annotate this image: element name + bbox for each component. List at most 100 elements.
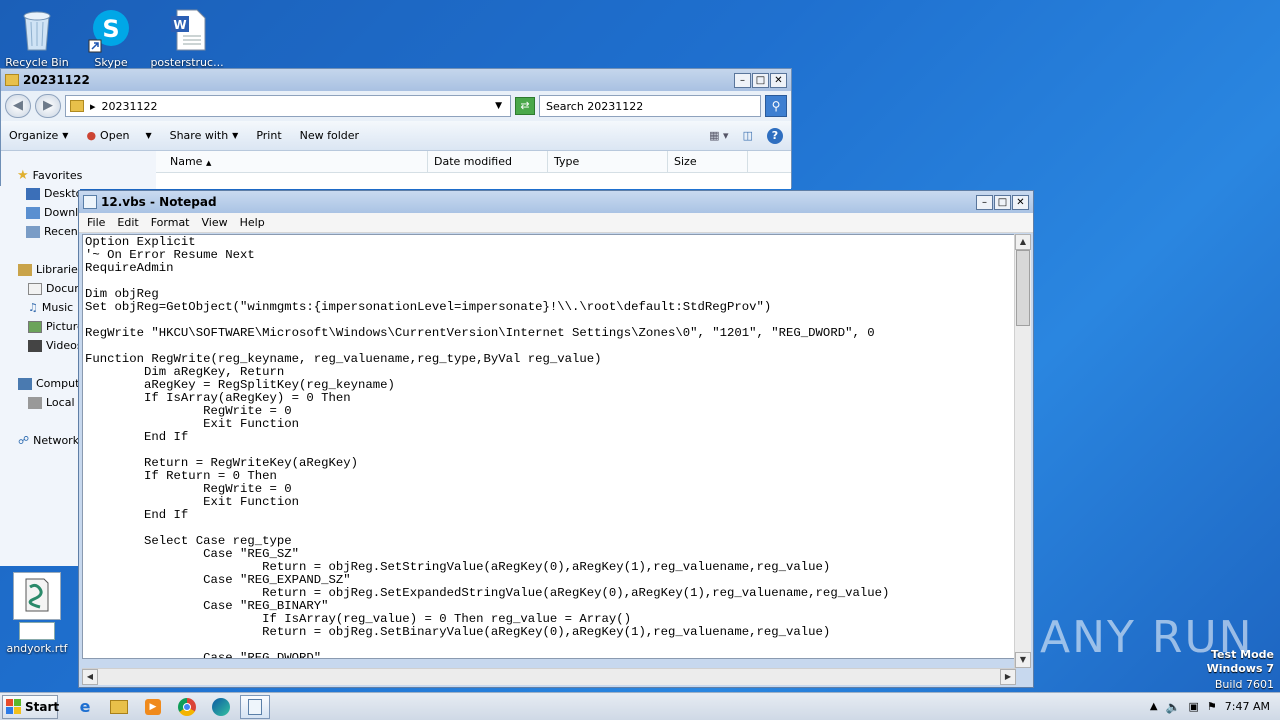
column-label: Name	[170, 155, 203, 168]
taskbar-chrome-icon[interactable]	[172, 695, 202, 719]
nav-local-disk[interactable]: Local I	[28, 396, 81, 409]
new-folder-button[interactable]: New folder	[300, 129, 359, 142]
desktop-icon-recycle-bin[interactable]: Recycle Bin	[0, 6, 74, 69]
vertical-scrollbar[interactable]: ▲ ▼	[1014, 234, 1031, 668]
downloads-icon	[26, 206, 40, 219]
desktop-icon-label: andyork.rtf	[6, 642, 68, 655]
open-label: Open	[100, 129, 130, 142]
menu-bar: File Edit Format View Help	[79, 213, 1033, 233]
column-name[interactable]: Name ▲	[156, 151, 428, 172]
address-bar[interactable]: ▸ 20231122 ▼	[65, 95, 511, 117]
address-row: ◀ ▶ ▸ 20231122 ▼ ⇄ Search 20231122 ⚲	[1, 91, 791, 121]
column-date-modified[interactable]: Date modified	[428, 151, 548, 172]
nav-label: Local I	[46, 396, 82, 409]
text-editor[interactable]: Option Explicit '~ On Error Resume Next …	[82, 234, 1016, 659]
menu-edit[interactable]: Edit	[111, 216, 144, 229]
videos-icon	[28, 339, 42, 352]
chevron-down-icon[interactable]: ▼	[495, 101, 510, 111]
column-type[interactable]: Type	[548, 151, 668, 172]
taskbar-ie-icon[interactable]: e	[70, 695, 100, 719]
search-icon[interactable]: ⚲	[765, 95, 787, 117]
drive-icon	[28, 396, 42, 409]
notepad-titlebar[interactable]: 12.vbs - Notepad – □ ✕	[79, 191, 1033, 213]
maximize-button[interactable]: □	[994, 194, 1011, 210]
nav-recent[interactable]: Recen	[26, 225, 78, 238]
nav-videos[interactable]: Videos	[28, 339, 83, 352]
taskbar-notepad-icon[interactable]	[240, 694, 270, 719]
build-label: Build 7601	[1214, 678, 1274, 691]
nav-documents[interactable]: Docun	[28, 282, 81, 295]
notepad-icon	[83, 195, 97, 209]
menu-view[interactable]: View	[196, 216, 234, 229]
nav-label: Deskto	[44, 187, 83, 200]
nav-label: Music	[41, 301, 74, 314]
nav-label: Libraries	[36, 263, 84, 276]
organize-button[interactable]: Organize ▼	[9, 129, 68, 142]
nav-label: Favorites	[32, 169, 83, 182]
view-options-icon[interactable]: ▦ ▾	[709, 129, 728, 142]
forward-button[interactable]: ▶	[35, 94, 61, 118]
column-size[interactable]: Size	[668, 151, 748, 172]
close-button[interactable]: ✕	[770, 72, 787, 88]
computer-icon	[18, 377, 32, 390]
chevron-down-icon: ▼	[232, 131, 239, 140]
minimize-button[interactable]: –	[734, 72, 751, 88]
preview-pane-icon[interactable]: ◫	[743, 129, 753, 142]
explorer-titlebar[interactable]: 20231122 – □ ✕	[1, 69, 791, 91]
desktop-icon-script[interactable]	[0, 572, 74, 622]
scroll-right-icon[interactable]: ▶	[1000, 669, 1016, 685]
network-tray-icon[interactable]: ▣	[1189, 700, 1199, 713]
nav-downloads[interactable]: Downl	[26, 206, 78, 219]
share-label: Share with	[169, 129, 229, 142]
minimize-button[interactable]: –	[976, 194, 993, 210]
scroll-left-icon[interactable]: ◀	[82, 669, 98, 685]
nav-network[interactable]: ☍ Network	[18, 434, 79, 447]
speaker-icon[interactable]: 🔈	[1166, 700, 1181, 714]
start-label: Start	[25, 699, 60, 714]
nav-label: Recen	[44, 225, 78, 238]
search-input[interactable]: Search 20231122	[539, 95, 761, 117]
action-center-flag-icon[interactable]: ⚑	[1207, 700, 1217, 713]
navigation-pane: ★ Favorites	[1, 151, 156, 189]
os-version-label: Windows 7	[1206, 662, 1274, 675]
explorer-window[interactable]: 20231122 – □ ✕ ◀ ▶ ▸ 20231122 ▼ ⇄ Search…	[0, 68, 792, 189]
help-icon[interactable]: ?	[767, 127, 783, 144]
system-tray: ▲ 🔈 ▣ ⚑ 7:47 AM	[1150, 693, 1280, 720]
skype-icon: S	[87, 6, 135, 54]
taskbar-edge-icon[interactable]	[206, 695, 236, 719]
desktop-icon-word-doc[interactable]: W posterstruc...	[150, 6, 224, 69]
scroll-up-icon[interactable]: ▲	[1015, 234, 1031, 250]
nav-libraries[interactable]: Libraries	[18, 263, 84, 276]
nav-pictures[interactable]: Picture	[28, 320, 84, 333]
desktop-icon-skype[interactable]: S Skype	[74, 6, 148, 69]
scroll-down-icon[interactable]: ▼	[1015, 652, 1031, 668]
open-button[interactable]: ● Open ▼	[86, 129, 151, 142]
nav-label: Docun	[46, 282, 82, 295]
rtf-document-icon	[19, 622, 55, 640]
taskbar-media-player-icon[interactable]: ▶	[138, 695, 168, 719]
taskbar-explorer-icon[interactable]	[104, 695, 134, 719]
start-button[interactable]: Start	[2, 694, 60, 719]
print-button[interactable]: Print	[256, 129, 281, 142]
maximize-button[interactable]: □	[752, 72, 769, 88]
show-hidden-icons-icon[interactable]: ▲	[1150, 701, 1158, 712]
share-with-button[interactable]: Share with ▼	[170, 129, 239, 142]
nav-favorites[interactable]: ★ Favorites	[17, 168, 82, 183]
clock[interactable]: 7:47 AM	[1225, 700, 1270, 713]
menu-format[interactable]: Format	[145, 216, 196, 229]
desktop-icon-andyork[interactable]: andyork.rtf	[0, 622, 74, 655]
menu-file[interactable]: File	[81, 216, 111, 229]
menu-help[interactable]: Help	[234, 216, 271, 229]
close-button[interactable]: ✕	[1012, 194, 1029, 210]
pictures-icon	[28, 320, 42, 333]
scroll-thumb[interactable]	[1016, 250, 1030, 326]
refresh-icon[interactable]: ⇄	[515, 97, 535, 115]
libraries-icon	[18, 263, 32, 276]
notepad-window[interactable]: 12.vbs - Notepad – □ ✕ File Edit Format …	[78, 190, 1034, 688]
address-text: 20231122	[101, 99, 158, 113]
nav-computer[interactable]: Compute	[18, 377, 86, 390]
horizontal-scrollbar[interactable]: ◀ ▶	[82, 668, 1016, 685]
nav-desktop[interactable]: Deskto	[26, 187, 82, 200]
nav-music[interactable]: ♫ Music	[28, 301, 73, 314]
back-button[interactable]: ◀	[5, 94, 31, 118]
